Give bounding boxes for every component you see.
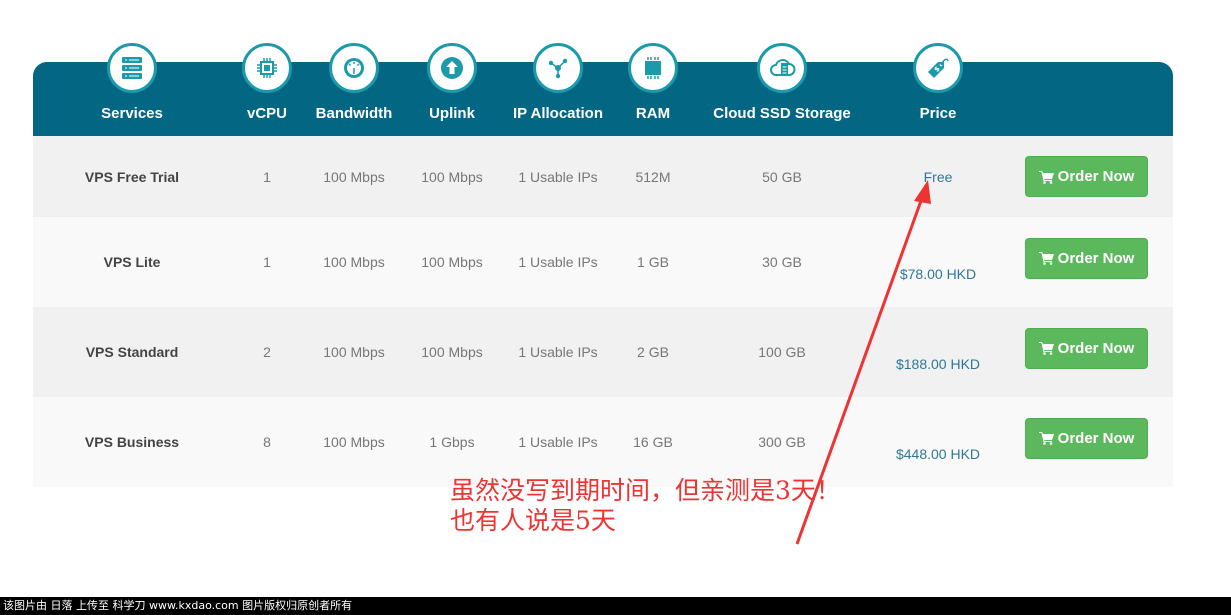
arrow-up-circle-icon bbox=[427, 43, 477, 93]
header-label: Price bbox=[919, 105, 957, 122]
shopping-cart-icon bbox=[1038, 342, 1054, 355]
cpu-chip-icon bbox=[242, 43, 292, 93]
cell-name: VPS Free Trial bbox=[84, 168, 180, 185]
cell-storage: 50 GB bbox=[762, 168, 802, 185]
cell-uplink: 100 Mbps bbox=[421, 168, 483, 185]
order-now-button[interactable]: Order Now bbox=[1025, 237, 1148, 279]
shopping-cart-icon bbox=[1038, 170, 1054, 184]
cell-ram: 2 GB bbox=[637, 344, 669, 360]
cell-uplink: 100 Mbps bbox=[421, 254, 483, 270]
shopping-cart-icon bbox=[1038, 432, 1054, 445]
cell-price: $448.00 HKD bbox=[895, 446, 981, 462]
speedometer-icon bbox=[329, 43, 379, 93]
watermark-bar: 该图片由 日落 上传至 科学刀 www.kxdao.com 图片版权归原创者所有 bbox=[0, 597, 1231, 615]
cell-vcpu: 8 bbox=[263, 434, 271, 450]
header-label: Services bbox=[101, 105, 163, 122]
header-label: RAM bbox=[635, 105, 671, 122]
order-now-button[interactable]: Order Now bbox=[1025, 327, 1148, 369]
cell-ip: 1 Usable IPs bbox=[518, 254, 598, 270]
table-row: VPS Free Trial 1 100 Mbps 100 Mbps 1 Usable … bbox=[33, 136, 1173, 217]
cell-ip: 1 Usable IPs bbox=[518, 168, 598, 185]
cloud-storage-icon bbox=[757, 43, 807, 93]
order-now-button[interactable]: Order Now bbox=[1025, 156, 1148, 197]
cell-bandwidth: 100 Mbps bbox=[323, 434, 385, 450]
network-nodes-icon bbox=[533, 43, 583, 93]
price-tag-icon: $ bbox=[913, 43, 963, 93]
cell-uplink: 100 Mbps bbox=[421, 344, 483, 360]
cell-bandwidth: 100 Mbps bbox=[323, 344, 385, 360]
shopping-cart-icon bbox=[1038, 252, 1054, 265]
cell-name: VPS Lite bbox=[103, 254, 161, 270]
order-now-button[interactable]: Order Now bbox=[1025, 417, 1148, 459]
order-now-label: Order Now bbox=[1057, 249, 1135, 267]
header-label: vCPU bbox=[246, 105, 288, 122]
pricing-table: Services vCPU Bandwidth Uplink IP Alloca… bbox=[33, 43, 1173, 487]
cell-ip: 1 Usable IPs bbox=[518, 434, 598, 450]
table-row: VPS Standard 2 100 Mbps 100 Mbps 1 Usable IP… bbox=[33, 307, 1173, 397]
header-label: IP Allocation bbox=[512, 105, 604, 122]
cell-ram: 512M bbox=[635, 168, 671, 185]
cell-storage: 300 GB bbox=[758, 434, 806, 450]
cell-ram: 16 GB bbox=[633, 434, 673, 450]
table-header: Services vCPU Bandwidth Uplink IP Alloca… bbox=[33, 43, 1173, 136]
cell-ip: 1 Usable IPs bbox=[518, 344, 598, 360]
cell-bandwidth: 100 Mbps bbox=[323, 254, 385, 270]
cell-storage: 100 GB bbox=[758, 344, 806, 360]
cell-storage: 30 GB bbox=[762, 254, 802, 270]
cell-bandwidth: 100 Mbps bbox=[323, 168, 385, 185]
cell-uplink: 1 Gbps bbox=[429, 434, 475, 450]
order-now-label: Order Now bbox=[1057, 429, 1135, 447]
table-body: VPS Free Trial 1 100 Mbps 100 Mbps 1 Usable … bbox=[33, 136, 1173, 487]
header-label: Uplink bbox=[429, 105, 475, 122]
cell-price: Free bbox=[923, 168, 953, 185]
cell-vcpu: 1 bbox=[263, 168, 271, 185]
server-icon bbox=[107, 43, 157, 93]
header-label: Bandwidth bbox=[315, 105, 393, 122]
cell-vcpu: 2 bbox=[263, 344, 271, 360]
order-now-label: Order Now bbox=[1057, 339, 1135, 357]
cell-ram: 1 GB bbox=[637, 254, 669, 270]
memory-chip-icon bbox=[628, 43, 678, 93]
cell-price: $78.00 HKD bbox=[899, 266, 977, 282]
order-now-label: Order Now bbox=[1057, 168, 1135, 185]
table-row: VPS Lite 1 100 Mbps 100 Mbps 1 Usable IPs 1 G… bbox=[33, 217, 1173, 307]
header-label: Cloud SSD Storage bbox=[713, 105, 851, 122]
cell-name: VPS Business bbox=[84, 434, 180, 450]
cell-price: $188.00 HKD bbox=[895, 356, 981, 372]
cell-vcpu: 1 bbox=[263, 254, 271, 270]
table-row: VPS Business 8 100 Mbps 1 Gbps 1 Usable IPs 1… bbox=[33, 397, 1173, 487]
cell-name: VPS Standard bbox=[85, 344, 179, 360]
annotation-note: 虽然没写到期时间，但亲测是3天！也有人说是5天 bbox=[450, 476, 841, 535]
